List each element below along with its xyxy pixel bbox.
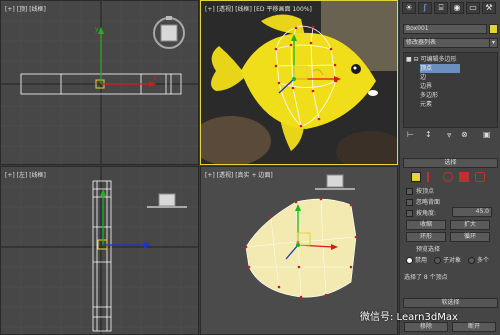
motion-tab-icon[interactable]: ◉ bbox=[450, 2, 464, 14]
preview-selection-label: 预览选择 bbox=[416, 246, 441, 253]
soft-selection-rollout-title[interactable]: 软选择 bbox=[403, 298, 498, 308]
configure-sets-icon[interactable]: ▣ bbox=[483, 130, 491, 139]
viewport-left-scene bbox=[1, 167, 198, 334]
loop-button[interactable]: 循环 bbox=[450, 232, 490, 242]
by-vertex-checkbox[interactable]: 按顶点 bbox=[406, 186, 434, 195]
pin-stack-icon[interactable]: ⊢ bbox=[407, 130, 414, 139]
fish-scene bbox=[201, 1, 397, 164]
viewport-perspective-fish[interactable]: [+] [透视] [线框] [ED 平移画面 100%] bbox=[200, 0, 398, 165]
viewcube-icon bbox=[315, 174, 355, 190]
viewport-label[interactable]: [+] [透视] [线框] [ED 平移画面 100%] bbox=[205, 4, 312, 13]
display-tab-icon[interactable]: ▭ bbox=[466, 2, 480, 14]
wechat-watermark: 微信号: Learn3dMax bbox=[360, 312, 458, 323]
stack-item-border[interactable]: 边界 bbox=[420, 82, 432, 91]
viewport-top[interactable]: [+] [顶] [线框] y x bbox=[0, 0, 199, 165]
viewport-label[interactable]: [+] [透视] [真实 + 边面] bbox=[205, 170, 273, 179]
stack-item-element[interactable]: 元素 bbox=[420, 100, 432, 109]
preview-off-radio[interactable]: 禁用 bbox=[406, 255, 427, 264]
angle-value-field[interactable]: 45.0 bbox=[452, 207, 492, 217]
svg-text:x: x bbox=[153, 75, 157, 82]
shrink-button[interactable]: 收缩 bbox=[406, 220, 446, 230]
shaded-mesh bbox=[245, 198, 357, 298]
grow-button[interactable]: 扩大 bbox=[450, 220, 490, 230]
preview-multi-radio[interactable]: 多个 bbox=[468, 255, 489, 264]
selection-status-text: 选择了 8 个顶点 bbox=[404, 274, 448, 281]
create-tab-sun-icon[interactable]: ☀ bbox=[402, 2, 416, 14]
viewport-left[interactable]: [+] [左] [线框] bbox=[0, 166, 199, 335]
viewport-top-scene: y x bbox=[1, 1, 198, 164]
by-angle-checkbox[interactable]: 按角度: bbox=[406, 208, 436, 217]
stack-item-edge[interactable]: 边 bbox=[420, 73, 426, 82]
selection-rollout-title[interactable]: 选择 bbox=[403, 158, 498, 168]
border-mode-icon[interactable] bbox=[443, 172, 453, 182]
stack-item-vertex[interactable]: 顶点 bbox=[420, 64, 460, 73]
stack-toolbar: ⊢ ↕ ⩔ ⊗ ▣ bbox=[403, 130, 498, 142]
object-color-swatch[interactable] bbox=[489, 24, 498, 34]
break-button[interactable]: 断开 bbox=[452, 322, 496, 332]
svg-text:y: y bbox=[95, 26, 99, 33]
chevron-down-icon[interactable]: ▾ bbox=[489, 38, 498, 48]
viewport-label[interactable]: [+] [左] [线框] bbox=[5, 170, 46, 179]
edge-mode-icon[interactable] bbox=[427, 172, 437, 182]
ignore-backfacing-checkbox[interactable]: 忽略背面 bbox=[406, 197, 440, 206]
vertex-mode-icon[interactable] bbox=[411, 172, 421, 182]
remove-modifier-icon[interactable]: ⊗ bbox=[461, 130, 468, 139]
modifier-list-dropdown[interactable]: 修改器列表 bbox=[403, 38, 490, 48]
viewport-label[interactable]: [+] [顶] [线框] bbox=[5, 4, 46, 13]
modify-tab-curve-icon[interactable]: ʃ bbox=[418, 2, 432, 14]
utilities-tab-icon[interactable]: ⚒ bbox=[482, 2, 496, 14]
show-end-result-icon[interactable]: ↕ bbox=[425, 130, 432, 139]
ring-button[interactable]: 环形 bbox=[406, 232, 446, 242]
object-name-field[interactable]: Box001 bbox=[403, 24, 487, 34]
preview-subobject-radio[interactable]: 子对象 bbox=[434, 255, 461, 264]
stack-item-editable-poly[interactable]: ■ ⊟ 可编辑多边形 bbox=[406, 55, 457, 64]
left-view-box bbox=[92, 180, 112, 332]
polygon-mode-icon[interactable] bbox=[459, 172, 469, 182]
element-mode-icon[interactable] bbox=[475, 172, 485, 182]
modifier-stack[interactable]: ■ ⊟ 可编辑多边形 顶点 边 边界 多边形 元素 bbox=[403, 52, 498, 128]
remove-button[interactable]: 移除 bbox=[404, 322, 448, 332]
hierarchy-tab-icon[interactable]: ⌸ bbox=[434, 2, 448, 14]
make-unique-icon[interactable]: ⩔ bbox=[447, 130, 452, 140]
stack-item-polygon[interactable]: 多边形 bbox=[420, 91, 438, 100]
